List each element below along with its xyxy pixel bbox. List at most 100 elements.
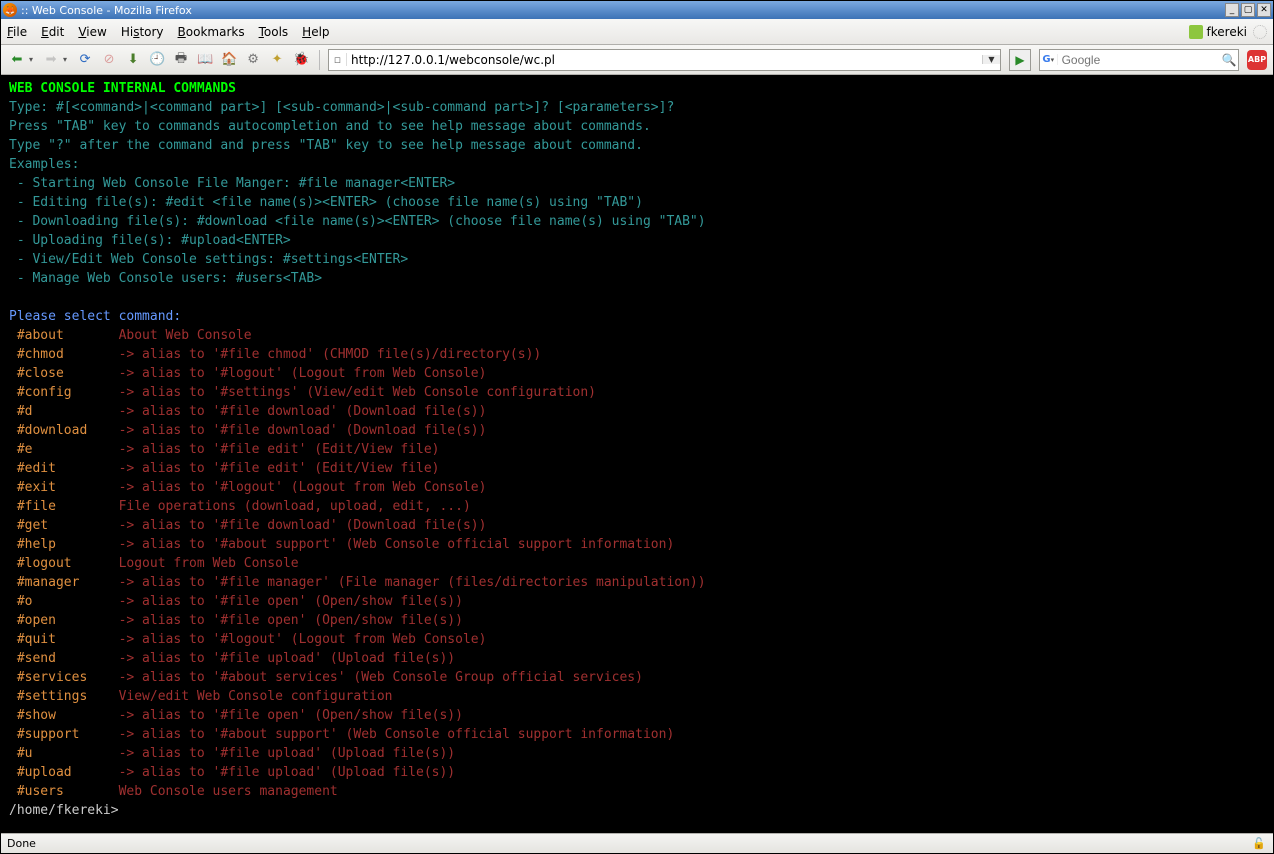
- command-name: #open: [17, 613, 119, 628]
- user-name: fkereki: [1207, 25, 1247, 39]
- command-name: #about: [17, 328, 119, 343]
- command-name: #file: [17, 499, 119, 514]
- forward-history-dropdown[interactable]: ▾: [63, 55, 67, 64]
- downloads-button[interactable]: ⬇: [123, 50, 143, 70]
- command-description: -> alias to '#file open' (Open/show file…: [119, 594, 463, 609]
- addons-button[interactable]: ⚙: [243, 50, 263, 70]
- command-description: -> alias to '#file download' (Download f…: [119, 518, 487, 533]
- command-description: About Web Console: [119, 328, 252, 343]
- close-button[interactable]: ✕: [1257, 3, 1271, 17]
- command-name: #support: [17, 727, 119, 742]
- command-name: #users: [17, 784, 119, 799]
- back-button[interactable]: ⬅: [7, 50, 27, 70]
- search-input[interactable]: [1058, 51, 1221, 69]
- bookmarks-button[interactable]: 📖: [195, 50, 215, 70]
- menu-tools[interactable]: Tools: [259, 25, 289, 39]
- web-console-terminal[interactable]: WEB CONSOLE INTERNAL COMMANDS Type: #[<c…: [1, 75, 1273, 833]
- print-button[interactable]: 🖶: [171, 50, 191, 70]
- command-description: -> alias to '#file edit' (Edit/View file…: [119, 442, 440, 457]
- adblock-icon[interactable]: ABP: [1247, 50, 1267, 70]
- command-description: -> alias to '#file manager' (File manage…: [119, 575, 706, 590]
- command-description: -> alias to '#file download' (Download f…: [119, 423, 487, 438]
- command-name: #show: [17, 708, 119, 723]
- extension-button-1[interactable]: ✦: [267, 50, 287, 70]
- select-prompt: Please select command:: [9, 309, 181, 324]
- extension-button-2[interactable]: 🐞: [291, 50, 311, 70]
- command-description: -> alias to '#file upload' (Upload file(…: [119, 765, 456, 780]
- command-description: View/edit Web Console configuration: [119, 689, 393, 704]
- back-history-dropdown[interactable]: ▾: [29, 55, 33, 64]
- menu-help[interactable]: Help: [302, 25, 329, 39]
- window-title: :: Web Console - Mozilla Firefox: [21, 4, 1225, 17]
- help-line: - Starting Web Console File Manger: #fil…: [9, 176, 455, 191]
- help-line: - Uploading file(s): #upload<ENTER>: [9, 233, 291, 248]
- minimize-button[interactable]: _: [1225, 3, 1239, 17]
- stop-button[interactable]: ⊘: [99, 50, 119, 70]
- command-name: #exit: [17, 480, 119, 495]
- search-box[interactable]: G▾ 🔍: [1039, 49, 1239, 71]
- command-name: #settings: [17, 689, 119, 704]
- command-description: -> alias to '#about support' (Web Consol…: [119, 727, 675, 742]
- status-text: Done: [7, 837, 36, 850]
- search-engine-selector[interactable]: G▾: [1040, 54, 1058, 65]
- home-button[interactable]: 🏠: [219, 50, 239, 70]
- command-name: #u: [17, 746, 119, 761]
- command-description: -> alias to '#logout' (Logout from Web C…: [119, 366, 487, 381]
- menu-bookmarks[interactable]: Bookmarks: [178, 25, 245, 39]
- command-description: -> alias to '#file upload' (Upload file(…: [119, 746, 456, 761]
- user-icon: [1189, 25, 1203, 39]
- forward-button[interactable]: ➡: [41, 50, 61, 70]
- menu-edit[interactable]: Edit: [41, 25, 64, 39]
- url-history-dropdown[interactable]: ▼: [982, 55, 1000, 64]
- search-go-button[interactable]: 🔍: [1221, 53, 1238, 67]
- history-button[interactable]: 🕘: [147, 50, 167, 70]
- help-line: - View/Edit Web Console settings: #setti…: [9, 252, 408, 267]
- command-name: #o: [17, 594, 119, 609]
- terminal-header: WEB CONSOLE INTERNAL COMMANDS: [9, 81, 236, 96]
- command-description: Web Console users management: [119, 784, 338, 799]
- command-name: #chmod: [17, 347, 119, 362]
- window-titlebar: 🦊 :: Web Console - Mozilla Firefox _ ▢ ✕: [1, 1, 1273, 19]
- command-description: Logout from Web Console: [119, 556, 299, 571]
- command-name: #services: [17, 670, 119, 685]
- command-description: -> alias to '#about services' (Web Conso…: [119, 670, 643, 685]
- command-name: #send: [17, 651, 119, 666]
- status-bar: Done 🔓: [1, 833, 1273, 853]
- command-name: #e: [17, 442, 119, 457]
- command-name: #download: [17, 423, 119, 438]
- command-description: -> alias to '#file open' (Open/show file…: [119, 708, 463, 723]
- help-line: Examples:: [9, 157, 79, 172]
- command-description: -> alias to '#file chmod' (CHMOD file(s)…: [119, 347, 542, 362]
- security-lock-icon[interactable]: 🔓: [1251, 836, 1267, 852]
- site-identity-icon[interactable]: ▫: [329, 53, 347, 66]
- url-input[interactable]: [347, 51, 982, 69]
- toolbar-separator: [319, 50, 320, 70]
- maximize-button[interactable]: ▢: [1241, 3, 1255, 17]
- command-name: #close: [17, 366, 119, 381]
- command-description: -> alias to '#logout' (Logout from Web C…: [119, 632, 487, 647]
- help-line: Type: #[<command>|<command part>] [<sub-…: [9, 100, 674, 115]
- user-indicator[interactable]: fkereki: [1189, 25, 1247, 39]
- command-name: #upload: [17, 765, 119, 780]
- terminal-prompt: /home/fkereki>: [9, 803, 119, 818]
- menu-view[interactable]: View: [78, 25, 106, 39]
- command-description: -> alias to '#settings' (View/edit Web C…: [119, 385, 596, 400]
- menu-file[interactable]: File: [7, 25, 27, 39]
- command-description: File operations (download, upload, edit,…: [119, 499, 471, 514]
- command-name: #quit: [17, 632, 119, 647]
- command-description: -> alias to '#file edit' (Edit/View file…: [119, 461, 440, 476]
- command-description: -> alias to '#file upload' (Upload file(…: [119, 651, 456, 666]
- command-name: #config: [17, 385, 119, 400]
- activity-throbber: [1253, 25, 1267, 39]
- command-description: -> alias to '#file open' (Open/show file…: [119, 613, 463, 628]
- url-bar[interactable]: ▫ ▼: [328, 49, 1001, 71]
- command-description: -> alias to '#about support' (Web Consol…: [119, 537, 675, 552]
- help-line: - Downloading file(s): #download <file n…: [9, 214, 706, 229]
- reload-button[interactable]: ⟳: [75, 50, 95, 70]
- navigation-toolbar: ⬅ ▾ ➡ ▾ ⟳ ⊘ ⬇ 🕘 🖶 📖 🏠 ⚙ ✦ 🐞 ▫ ▼ ▶ G▾ 🔍 A…: [1, 45, 1273, 75]
- command-name: #get: [17, 518, 119, 533]
- command-name: #manager: [17, 575, 119, 590]
- go-button[interactable]: ▶: [1009, 49, 1031, 71]
- menu-history[interactable]: History: [121, 25, 164, 39]
- command-name: #logout: [17, 556, 119, 571]
